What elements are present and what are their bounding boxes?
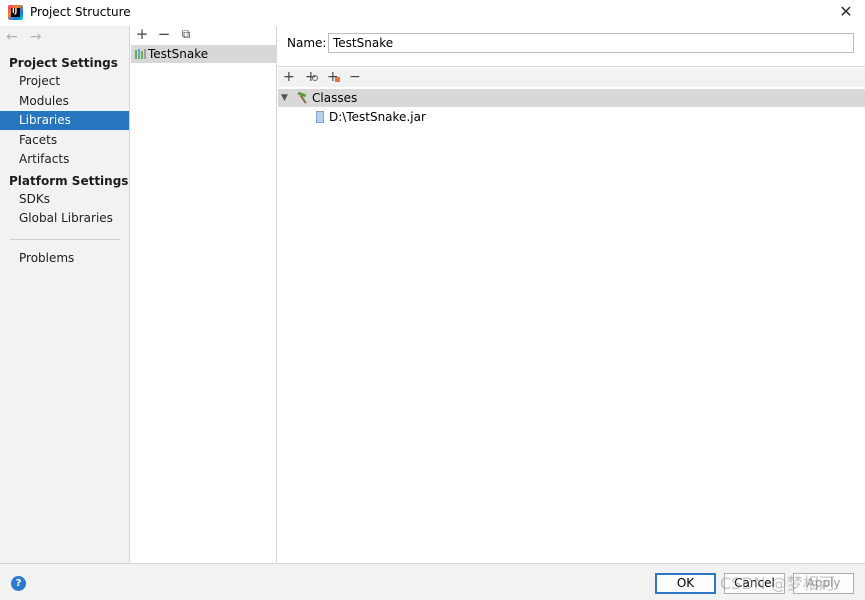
add-root-icon[interactable]: + bbox=[283, 69, 305, 87]
ok-button[interactable]: OK bbox=[655, 573, 716, 594]
classes-toolbar: + + + − bbox=[278, 68, 865, 87]
sidebar-divider bbox=[10, 239, 120, 240]
library-icon bbox=[135, 49, 146, 59]
help-icon[interactable]: ? bbox=[11, 576, 26, 591]
jar-tree-node[interactable]: D:\TestSnake.jar bbox=[278, 108, 865, 126]
library-list-toolbar: + − ⧉ bbox=[131, 26, 277, 44]
close-icon[interactable]: ✕ bbox=[836, 2, 856, 22]
sidebar-item-artifacts[interactable]: Artifacts bbox=[0, 150, 129, 169]
jar-path-label: D:\TestSnake.jar bbox=[329, 110, 426, 124]
history-navigation: ← → bbox=[6, 29, 50, 47]
settings-sidebar: ← → Project Settings Project Modules Lib… bbox=[0, 26, 130, 563]
library-list-panel: + − ⧉ TestSnake bbox=[131, 26, 277, 563]
name-label: Name: bbox=[287, 36, 327, 50]
jar-file-icon bbox=[316, 111, 324, 123]
sidebar-item-modules[interactable]: Modules bbox=[0, 92, 129, 111]
add-special-root-icon[interactable]: + bbox=[327, 69, 349, 87]
name-field[interactable]: TestSnake bbox=[328, 33, 854, 53]
sidebar-item-facets[interactable]: Facets bbox=[0, 131, 129, 150]
remove-library-icon[interactable]: − bbox=[155, 26, 173, 44]
sidebar-item-global-libraries[interactable]: Global Libraries bbox=[0, 209, 129, 228]
intellij-logo-icon: IJ bbox=[8, 5, 23, 20]
watermark: CSDN @梦相河 bbox=[720, 574, 835, 593]
classes-label: Classes bbox=[312, 91, 358, 105]
platform-settings-header: Platform Settings bbox=[9, 174, 129, 188]
classes-tree-node[interactable]: ▼ Classes bbox=[278, 89, 865, 107]
hammer-icon bbox=[297, 92, 307, 104]
sidebar-item-sdks[interactable]: SDKs bbox=[0, 190, 129, 209]
chevron-down-icon[interactable]: ▼ bbox=[281, 89, 293, 107]
library-item-label: TestSnake bbox=[148, 47, 209, 61]
sidebar-item-problems[interactable]: Problems bbox=[0, 249, 129, 268]
library-list-item[interactable]: TestSnake bbox=[131, 45, 277, 63]
project-settings-header: Project Settings bbox=[9, 56, 118, 70]
detail-divider bbox=[278, 66, 865, 67]
copy-library-icon[interactable]: ⧉ bbox=[177, 26, 195, 44]
remove-root-icon[interactable]: − bbox=[349, 69, 371, 87]
attach-jar-icon[interactable]: + bbox=[305, 69, 327, 87]
add-library-icon[interactable]: + bbox=[133, 26, 151, 44]
sidebar-item-project[interactable]: Project bbox=[0, 72, 129, 91]
forward-arrow-icon[interactable]: → bbox=[30, 29, 50, 45]
library-detail-panel: Name: TestSnake + + + − ▼ Classes D:\Tes… bbox=[278, 26, 865, 563]
sidebar-item-libraries[interactable]: Libraries bbox=[0, 111, 129, 130]
title-bar: IJ Project Structure ✕ bbox=[0, 0, 865, 26]
window-title: Project Structure bbox=[30, 5, 131, 19]
back-arrow-icon[interactable]: ← bbox=[6, 29, 26, 45]
